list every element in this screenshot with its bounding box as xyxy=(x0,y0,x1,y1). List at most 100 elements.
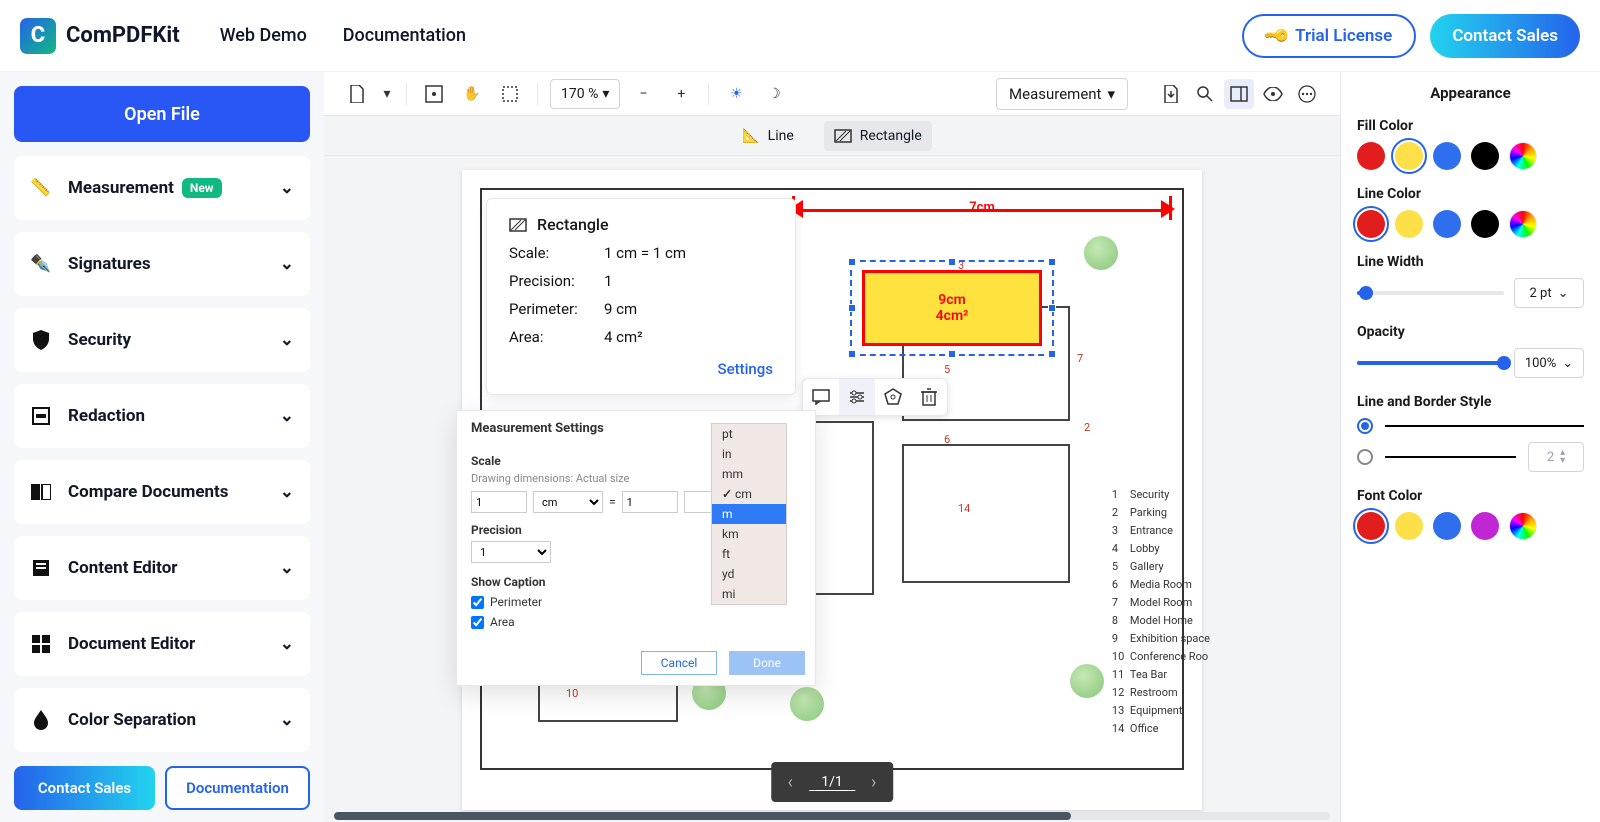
sidebar-item-content-editor[interactable]: Content Editor ⌄ xyxy=(14,536,310,600)
line-color-yellow[interactable] xyxy=(1395,210,1423,238)
sidebar-item-label: Measurement xyxy=(68,178,174,198)
open-file-button[interactable]: Open File xyxy=(14,86,310,142)
contact-sales-button[interactable]: Contact Sales xyxy=(1430,14,1580,58)
page-next-icon[interactable]: › xyxy=(861,772,887,793)
page-prev-icon[interactable]: ‹ xyxy=(777,772,803,793)
fill-color-red[interactable] xyxy=(1357,142,1385,170)
sidebar-item-label: Signatures xyxy=(68,254,151,274)
tool-line[interactable]: 📐Line xyxy=(732,121,804,151)
tool-mode-select[interactable]: Measurement ▾ xyxy=(996,78,1128,110)
measurement-ruler[interactable]: 7cm xyxy=(792,200,1172,220)
line-color-picker[interactable] xyxy=(1509,210,1537,238)
area-checkbox[interactable]: Area xyxy=(471,615,801,629)
unit-option[interactable]: pt xyxy=(712,424,786,444)
font-color-red[interactable] xyxy=(1357,512,1385,540)
line-width-select[interactable]: 2 pt ⌄ xyxy=(1514,278,1584,308)
pager: ‹ 1/1 › xyxy=(771,762,893,802)
canvas[interactable]: 1 2 3 4 5 6 7 8 9 10 10 14 xyxy=(324,156,1340,822)
line-color-red[interactable] xyxy=(1357,210,1385,238)
sidebar: Open File 📏 Measurement New ⌄ ✒️ Signatu… xyxy=(0,72,324,822)
properties-icon[interactable] xyxy=(839,379,875,415)
zoom-in-icon[interactable]: + xyxy=(666,79,696,109)
fill-color-yellow[interactable] xyxy=(1395,142,1423,170)
unit-option[interactable]: m xyxy=(712,504,786,524)
legend-row: 6Media Room xyxy=(1112,576,1210,594)
more-icon[interactable] xyxy=(1292,79,1322,109)
dark-mode-icon[interactable]: ☽ xyxy=(759,79,789,109)
opacity-select[interactable]: 100% ⌄ xyxy=(1514,348,1584,378)
font-color-magenta[interactable] xyxy=(1471,512,1499,540)
fill-color-blue[interactable] xyxy=(1433,142,1461,170)
sidebar-item-compare[interactable]: Compare Documents ⌄ xyxy=(14,460,310,524)
sidebar-item-color-separation[interactable]: Color Separation ⌄ xyxy=(14,688,310,752)
cancel-button[interactable]: Cancel xyxy=(641,651,717,675)
sidebar-item-label: Security xyxy=(68,330,131,350)
light-mode-icon[interactable]: ☀ xyxy=(721,79,751,109)
export-icon[interactable] xyxy=(1156,79,1186,109)
zoom-select[interactable]: 170 % ▾ xyxy=(550,79,620,109)
sidebar-item-document-editor[interactable]: Document Editor ⌄ xyxy=(14,612,310,676)
fill-color-picker[interactable] xyxy=(1509,142,1537,170)
unit-option[interactable]: cm xyxy=(712,484,786,504)
page-indicator: 1/1 xyxy=(809,774,855,791)
precision-select[interactable]: 1 xyxy=(471,541,551,563)
appearance-title: Appearance xyxy=(1357,84,1584,102)
file-icon[interactable] xyxy=(342,79,372,109)
nav-web-demo[interactable]: Web Demo xyxy=(220,25,307,46)
legend-row: 4Lobby xyxy=(1112,540,1210,558)
chevron-down-icon: ⌄ xyxy=(280,482,294,502)
content-editor-icon xyxy=(30,557,52,579)
scale-from-value[interactable] xyxy=(471,491,527,513)
brand-logo[interactable]: C ComPDFKit xyxy=(20,18,180,54)
legend-row: 5Gallery xyxy=(1112,558,1210,576)
font-color-yellow[interactable] xyxy=(1395,512,1423,540)
legend-row: 9Exhibition space xyxy=(1112,630,1210,648)
settings-link[interactable]: Settings xyxy=(509,360,773,378)
unit-option[interactable]: mi xyxy=(712,584,786,604)
footer-contact-button[interactable]: Contact Sales xyxy=(14,766,155,810)
font-color-picker[interactable] xyxy=(1509,512,1537,540)
line-color-blue[interactable] xyxy=(1433,210,1461,238)
horizontal-scrollbar[interactable] xyxy=(334,812,1330,820)
ruler-label: 7cm xyxy=(969,200,995,215)
panels-icon[interactable] xyxy=(1224,79,1254,109)
visibility-icon[interactable] xyxy=(1258,79,1288,109)
border-style-dashed[interactable]: 2 ▴▾ xyxy=(1357,442,1584,472)
chevron-down-icon: ⌄ xyxy=(280,634,294,654)
unit-option[interactable]: km xyxy=(712,524,786,544)
ruler-icon: 📏 xyxy=(30,177,52,199)
trial-license-button[interactable]: 🔑 Trial License xyxy=(1242,14,1417,58)
unit-option[interactable]: ft xyxy=(712,544,786,564)
sidebar-item-security[interactable]: Security ⌄ xyxy=(14,308,310,372)
delete-icon[interactable] xyxy=(911,379,947,415)
footer-docs-button[interactable]: Documentation xyxy=(165,766,310,810)
zoom-out-icon[interactable]: − xyxy=(628,79,658,109)
search-icon[interactable] xyxy=(1190,79,1220,109)
line-color-black[interactable] xyxy=(1471,210,1499,238)
pan-icon[interactable]: ✋ xyxy=(457,79,487,109)
sidebar-item-signatures[interactable]: ✒️ Signatures ⌄ xyxy=(14,232,310,296)
dashed-line-preview xyxy=(1385,456,1516,458)
dash-gap-stepper[interactable]: 2 ▴▾ xyxy=(1528,442,1584,472)
unit-option[interactable]: mm xyxy=(712,464,786,484)
file-dropdown-icon[interactable]: ▾ xyxy=(380,79,394,109)
fill-color-black[interactable] xyxy=(1471,142,1499,170)
done-button[interactable]: Done xyxy=(729,651,805,675)
border-style-solid[interactable] xyxy=(1357,418,1584,434)
fit-page-icon[interactable] xyxy=(419,79,449,109)
unit-option[interactable]: in xyxy=(712,444,786,464)
font-color-blue[interactable] xyxy=(1433,512,1461,540)
scale-from-unit[interactable]: cm xyxy=(533,491,603,513)
sidebar-item-redaction[interactable]: Redaction ⌄ xyxy=(14,384,310,448)
measurement-rectangle[interactable]: 9cm 4cm² xyxy=(862,270,1042,346)
tool-rectangle[interactable]: Rectangle xyxy=(824,121,932,151)
scale-to-value[interactable] xyxy=(622,491,678,513)
shape-settings-icon[interactable] xyxy=(875,379,911,415)
nav-documentation[interactable]: Documentation xyxy=(343,25,466,46)
opacity-slider[interactable] xyxy=(1357,361,1504,365)
select-icon[interactable] xyxy=(495,79,525,109)
line-width-slider[interactable] xyxy=(1357,291,1504,295)
legend-row: 12Restroom xyxy=(1112,684,1210,702)
unit-option[interactable]: yd xyxy=(712,564,786,584)
sidebar-item-measurement[interactable]: 📏 Measurement New ⌄ xyxy=(14,156,310,220)
